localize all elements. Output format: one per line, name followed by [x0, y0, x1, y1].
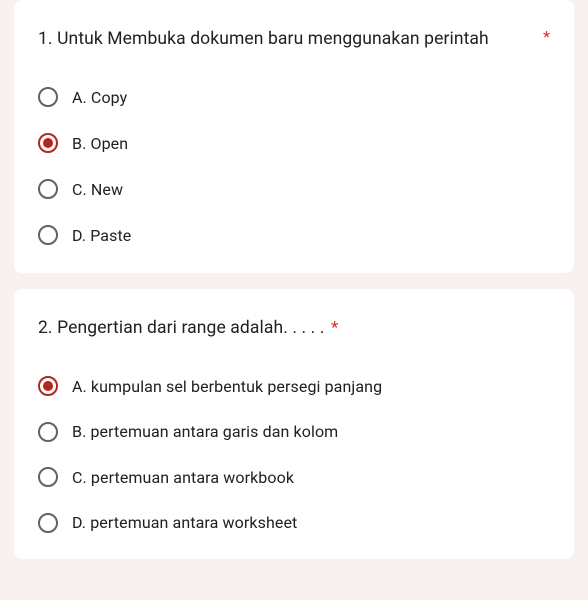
option-label: A. kumpulan sel berbentuk persegi panjan… [72, 377, 382, 396]
radio-icon [38, 179, 58, 199]
option-c[interactable]: C. New [38, 179, 550, 199]
option-c[interactable]: C. pertemuan antara workbook [38, 467, 550, 487]
options-list: A. Copy B. Open C. New D. Paste [38, 87, 550, 253]
option-d[interactable]: D. Paste [38, 225, 550, 245]
radio-icon [38, 513, 58, 533]
option-d[interactable]: D. pertemuan antara worksheet [38, 513, 550, 533]
question-card-1: 1. Untuk Membuka dokumen baru menggunaka… [14, 0, 574, 273]
required-mark-icon: * [331, 318, 338, 338]
radio-icon [38, 225, 58, 245]
option-label: B. Open [72, 134, 128, 153]
question-number: 2. [38, 318, 53, 338]
option-label: C. pertemuan antara workbook [72, 468, 294, 487]
radio-icon [38, 467, 58, 487]
option-label: C. New [72, 180, 123, 199]
radio-icon [38, 422, 58, 442]
question-header: 1. Untuk Membuka dokumen baru menggunaka… [38, 26, 550, 53]
option-a[interactable]: A. Copy [38, 87, 550, 107]
question-header: 2. Pengertian dari range adalah. . . . .… [38, 315, 550, 342]
question-body: Pengertian dari range adalah. . . . . [53, 318, 325, 338]
question-number: 1. [38, 29, 53, 49]
question-text: 2. Pengertian dari range adalah. . . . .… [38, 315, 550, 342]
options-list: A. kumpulan sel berbentuk persegi panjan… [38, 376, 550, 541]
radio-inner-icon [43, 138, 53, 148]
question-body: Untuk Membuka dokumen baru menggunakan p… [57, 29, 489, 49]
radio-inner-icon [43, 381, 53, 391]
option-a[interactable]: A. kumpulan sel berbentuk persegi panjan… [38, 376, 550, 396]
option-b[interactable]: B. pertemuan antara garis dan kolom [38, 422, 550, 442]
radio-icon [38, 133, 58, 153]
option-label: B. pertemuan antara garis dan kolom [72, 422, 338, 441]
radio-icon [38, 87, 58, 107]
option-label: D. Paste [72, 226, 131, 245]
radio-icon [38, 376, 58, 396]
question-card-2: 2. Pengertian dari range adalah. . . . .… [14, 289, 574, 559]
required-mark-icon: * [543, 26, 550, 48]
option-label: D. pertemuan antara worksheet [72, 513, 297, 532]
option-b[interactable]: B. Open [38, 133, 550, 153]
question-text: 1. Untuk Membuka dokumen baru menggunaka… [38, 26, 529, 53]
option-label: A. Copy [72, 88, 127, 107]
